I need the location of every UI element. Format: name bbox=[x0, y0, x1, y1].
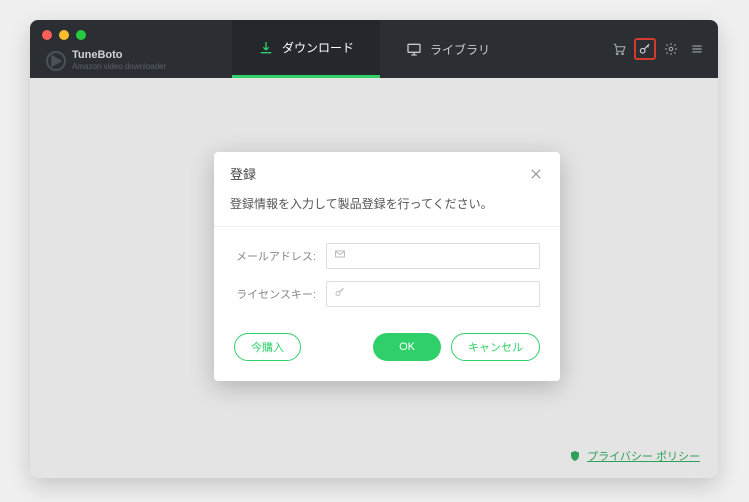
brand: TuneBoto Amazon video downloader bbox=[46, 50, 166, 71]
tab-download[interactable]: ダウンロード bbox=[232, 20, 380, 78]
divider bbox=[214, 226, 560, 227]
modal-title: 登録 bbox=[230, 164, 256, 183]
settings-button[interactable] bbox=[660, 38, 682, 60]
key-icon bbox=[334, 285, 346, 303]
window-controls bbox=[42, 30, 86, 40]
menu-button[interactable] bbox=[686, 38, 708, 60]
email-field[interactable] bbox=[326, 243, 540, 269]
minimize-window[interactable] bbox=[59, 30, 69, 40]
maximize-window[interactable] bbox=[76, 30, 86, 40]
app-window: TuneBoto Amazon video downloader ダウンロード … bbox=[30, 20, 718, 478]
privacy-label: プライバシー ポリシー bbox=[587, 448, 700, 464]
modal-subtitle: 登録情報を入力して製品登録を行ってください。 bbox=[214, 191, 560, 226]
email-label: メールアドレス: bbox=[234, 248, 316, 264]
tab-library[interactable]: ライブラリ bbox=[380, 20, 516, 78]
brand-name: TuneBoto bbox=[72, 50, 166, 61]
shield-icon bbox=[569, 450, 581, 462]
tab-download-label: ダウンロード bbox=[282, 39, 354, 56]
brand-logo-icon bbox=[46, 51, 66, 71]
close-window[interactable] bbox=[42, 30, 52, 40]
top-actions bbox=[608, 38, 708, 60]
register-key-button[interactable] bbox=[634, 38, 656, 60]
register-modal: 登録 登録情報を入力して製品登録を行ってください。 メールアドレス: ライセンス… bbox=[214, 152, 560, 381]
privacy-link[interactable]: プライバシー ポリシー bbox=[569, 448, 700, 464]
tab-library-label: ライブラリ bbox=[430, 41, 490, 58]
buy-now-button[interactable]: 今購入 bbox=[234, 333, 301, 361]
modal-close-button[interactable] bbox=[528, 166, 544, 182]
mail-icon bbox=[334, 247, 346, 265]
ok-button[interactable]: OK bbox=[373, 333, 441, 361]
nav-tabs: ダウンロード ライブラリ bbox=[232, 20, 516, 78]
close-icon bbox=[531, 169, 541, 179]
license-field[interactable] bbox=[326, 281, 540, 307]
brand-sub: Amazon video downloader bbox=[72, 63, 166, 71]
license-label: ライセンスキー: bbox=[234, 286, 316, 302]
cart-button[interactable] bbox=[608, 38, 630, 60]
cancel-button[interactable]: キャンセル bbox=[451, 333, 540, 361]
titlebar: TuneBoto Amazon video downloader ダウンロード … bbox=[30, 20, 718, 78]
